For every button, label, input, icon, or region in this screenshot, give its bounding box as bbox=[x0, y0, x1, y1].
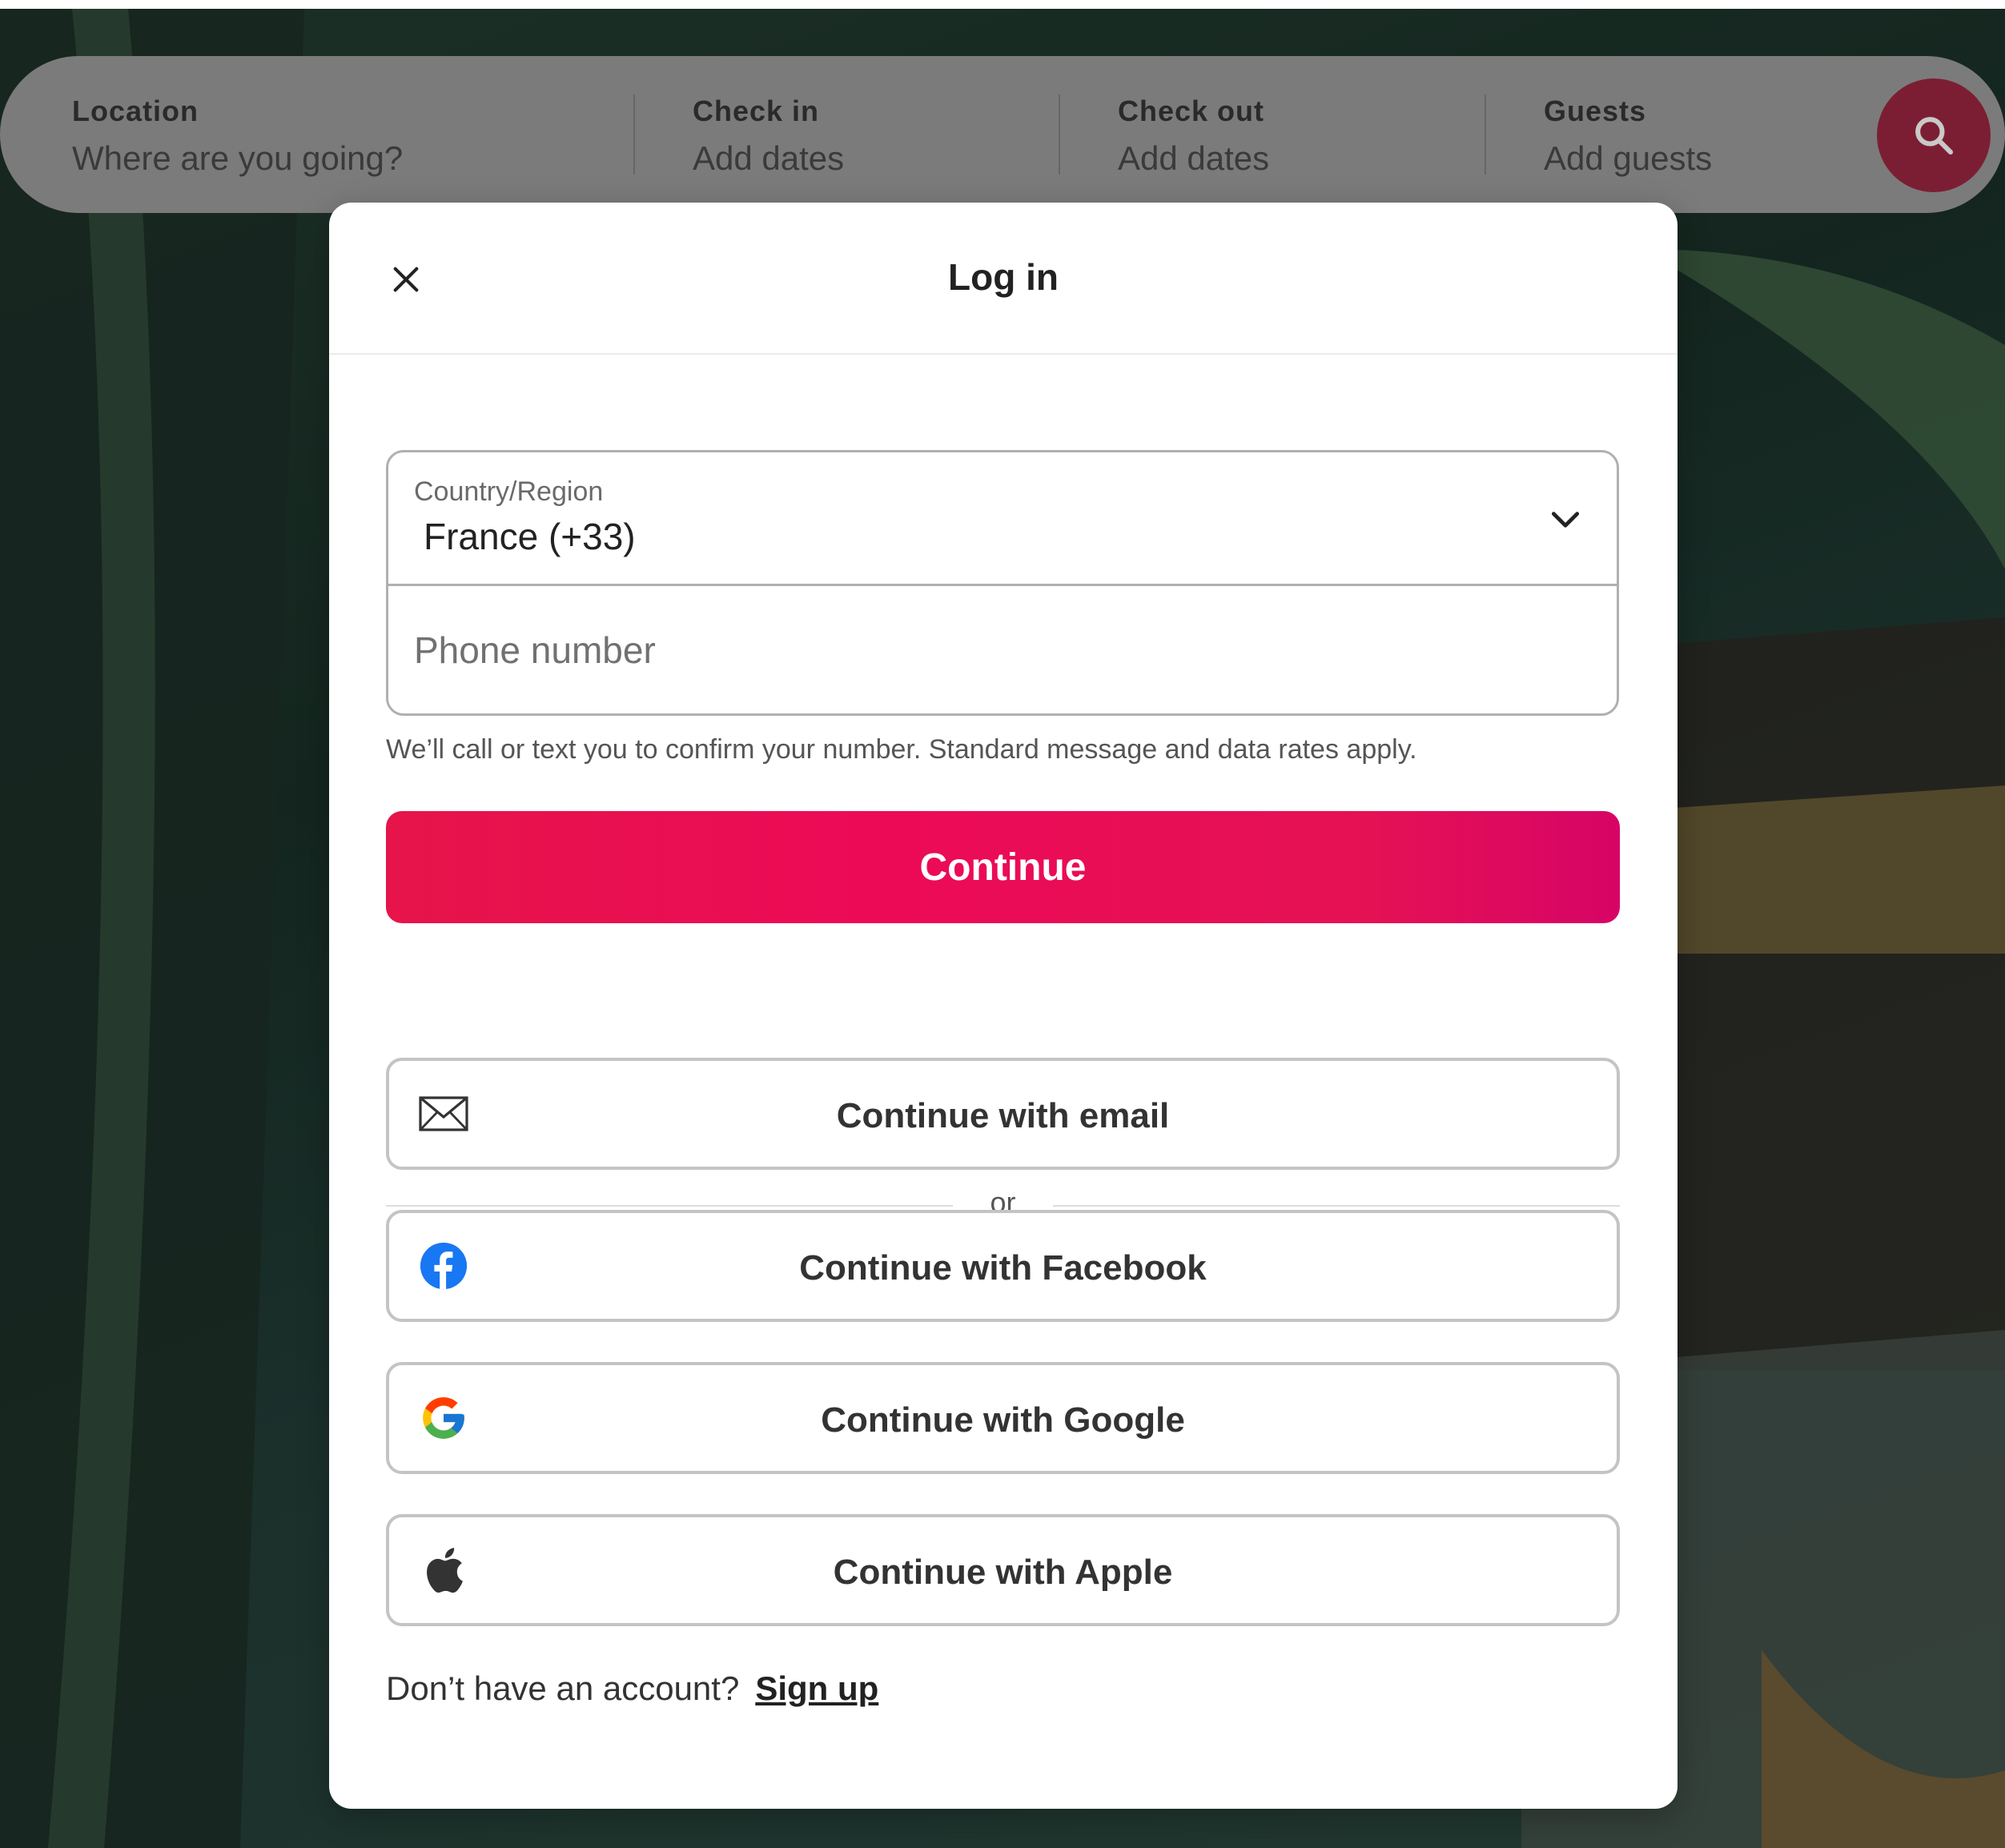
modal-title: Log in bbox=[948, 256, 1059, 298]
signup-row: Don’t have an account? Sign up bbox=[386, 1669, 878, 1708]
segment-divider bbox=[1059, 94, 1060, 175]
search-bar[interactable]: Location Where are you going? Check in A… bbox=[0, 56, 2005, 213]
modal-header: Log in bbox=[329, 203, 1678, 355]
segment-divider bbox=[633, 94, 635, 175]
continue-with-google-button[interactable]: Continue with Google bbox=[386, 1362, 1620, 1474]
apple-button-label: Continue with Apple bbox=[833, 1553, 1173, 1592]
location-value: Where are you going? bbox=[72, 139, 404, 177]
phone-number-input[interactable] bbox=[388, 586, 1617, 713]
country-select[interactable]: Country/Region France (+33) bbox=[388, 452, 1617, 585]
checkin-value: Add dates bbox=[693, 139, 845, 177]
guests-label: Guests bbox=[1544, 94, 1647, 127]
continue-with-apple-button[interactable]: Continue with Apple bbox=[386, 1514, 1620, 1626]
location-segment[interactable]: Location Where are you going? bbox=[72, 94, 403, 178]
confirmation-notice: We’ll call or text you to confirm your n… bbox=[386, 734, 1417, 765]
segment-divider bbox=[1485, 94, 1486, 175]
country-value: France (+33) bbox=[424, 516, 636, 557]
continue-button[interactable]: Continue bbox=[386, 811, 1620, 923]
signup-prompt: Don’t have an account? bbox=[386, 1669, 740, 1707]
chevron-down-icon bbox=[1551, 512, 1580, 528]
continue-with-facebook-button[interactable]: Continue with Facebook bbox=[386, 1210, 1620, 1322]
search-button[interactable] bbox=[1877, 78, 1991, 192]
signup-link[interactable]: Sign up bbox=[755, 1669, 878, 1707]
divider-line bbox=[1053, 1205, 1620, 1207]
checkout-label: Check out bbox=[1118, 94, 1265, 127]
continue-with-email-button[interactable]: Continue with email bbox=[386, 1058, 1620, 1170]
country-label: Country/Region bbox=[414, 476, 604, 507]
guests-segment[interactable]: Guests Add guests bbox=[1544, 94, 1712, 178]
location-label: Location bbox=[72, 94, 199, 127]
guests-value: Add guests bbox=[1544, 139, 1713, 177]
checkin-label: Check in bbox=[693, 94, 820, 127]
google-button-label: Continue with Google bbox=[821, 1400, 1185, 1440]
facebook-button-label: Continue with Facebook bbox=[799, 1248, 1207, 1288]
checkout-value: Add dates bbox=[1118, 139, 1270, 177]
email-button-label: Continue with email bbox=[836, 1096, 1170, 1135]
checkin-segment[interactable]: Check in Add dates bbox=[693, 94, 844, 178]
checkout-segment[interactable]: Check out Add dates bbox=[1118, 94, 1269, 178]
login-modal: Log in Country/Region France (+33) We’ll… bbox=[329, 203, 1678, 1809]
search-icon bbox=[1915, 117, 1954, 155]
phone-field-group: Country/Region France (+33) bbox=[386, 450, 1619, 716]
